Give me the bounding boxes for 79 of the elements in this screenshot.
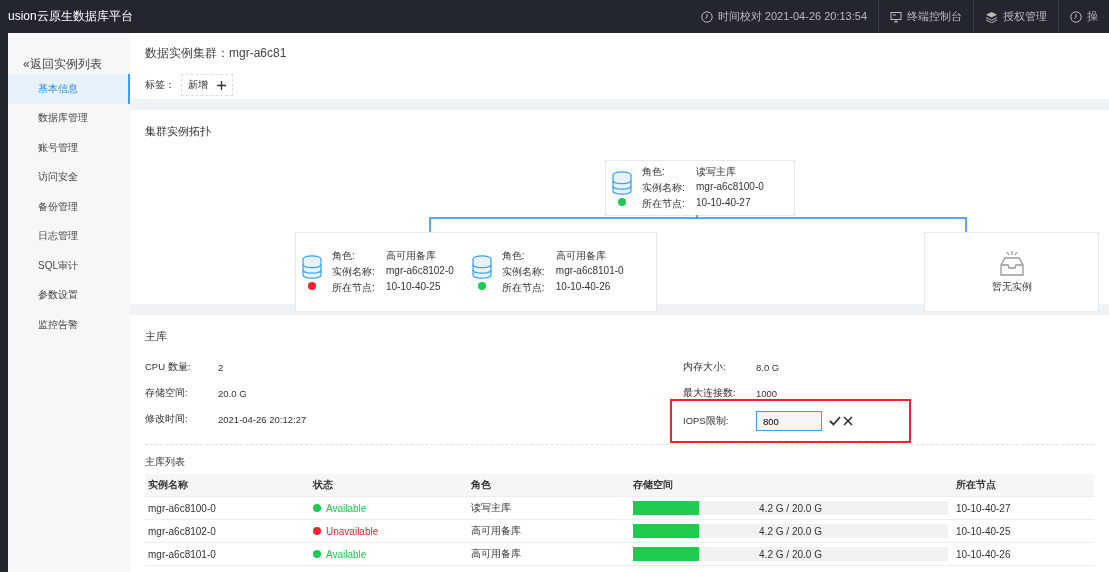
database-icon	[302, 254, 322, 279]
iops-input[interactable]: 800	[756, 411, 822, 431]
storage-reading: 4.2 G / 20.0 G	[758, 525, 823, 537]
clock-icon	[1070, 10, 1082, 23]
table-cell-text: 10-10-40-26	[956, 548, 1012, 560]
sidebar-item[interactable]: 访问安全	[8, 162, 130, 192]
name-label: 实例名称:	[332, 265, 376, 279]
table-cell-text: 高可用备库	[471, 547, 522, 561]
name-value: mgr-a6c8102-0	[386, 265, 454, 278]
layers-icon	[985, 10, 998, 23]
section-title: 集群实例拓扑	[145, 124, 212, 139]
field-label: 最大连接数:	[683, 386, 737, 400]
node-value: 10-10-40-25	[386, 281, 442, 294]
role-label: 角色:	[501, 249, 526, 263]
name-label: 实例名称:	[501, 265, 546, 279]
database-icon	[471, 254, 492, 279]
sidebar-item[interactable]: 账号管理	[8, 133, 130, 163]
table-cell-text: mgr-a6c8101-0	[148, 548, 217, 560]
column-header: 所在节点	[956, 478, 997, 492]
field-label: 存储空间:	[145, 386, 189, 400]
app-title: usion云原生数据库平台	[8, 8, 133, 25]
field-value: 1000	[756, 387, 778, 399]
field-label: IOPS限制:	[683, 414, 730, 428]
role-value: 读写主库	[696, 165, 737, 179]
sidebar-item[interactable]: 备份管理	[8, 192, 130, 222]
tags-label: 标签：	[145, 78, 175, 92]
field-label: CPU 数量:	[145, 360, 192, 374]
sidebar-item[interactable]: 数据库管理	[8, 103, 130, 133]
node-label: 所在节点:	[642, 197, 686, 211]
sidebar-item[interactable]: 日志管理	[8, 221, 130, 251]
name-value: mgr-a6c8101-0	[555, 265, 624, 278]
role-value: 高可用备库	[555, 249, 607, 263]
database-icon	[612, 170, 632, 195]
table-cell-text: 10-10-40-25	[956, 525, 1012, 537]
confirm-button[interactable]	[828, 414, 842, 428]
column-header: 状态	[313, 478, 334, 492]
name-value: mgr-a6c8100-0	[696, 181, 764, 194]
column-header: 存储空间	[633, 478, 674, 492]
node-value: 10-10-40-26	[555, 281, 612, 294]
role-label: 角色:	[642, 165, 666, 179]
cancel-button[interactable]	[842, 414, 854, 428]
node-label: 所在节点:	[332, 281, 376, 295]
storage-reading: 4.2 G / 20.0 G	[758, 548, 823, 560]
table-title: 主库列表	[145, 455, 186, 469]
field-label: 内存大小:	[683, 360, 727, 374]
add-tag-button[interactable]: 新增	[181, 74, 233, 96]
header-link[interactable]: 时间校对 2021-04-26 20:13:54	[689, 0, 878, 33]
table-cell-text: mgr-a6c8100-0	[148, 502, 217, 514]
table-cell-text: mgr-a6c8102-0	[148, 525, 217, 537]
cluster-title: 数据实例集群：mgr-a6c81	[145, 45, 288, 62]
table-cell-text: 高可用备库	[471, 524, 522, 538]
status-text: Available	[326, 548, 367, 560]
table-cell-text: 10-10-40-27	[956, 502, 1012, 514]
role-label: 角色:	[332, 249, 356, 263]
field-label: 修改时间:	[145, 412, 189, 426]
section-title: 主库	[145, 329, 168, 344]
empty-box-icon	[997, 250, 1026, 278]
back-link[interactable]: «返回实例列表	[8, 55, 130, 73]
node-label: 所在节点:	[501, 281, 546, 295]
column-header: 角色	[471, 478, 492, 492]
name-label: 实例名称:	[642, 181, 686, 195]
plus-icon	[217, 80, 226, 90]
node-value: 10-10-40-27	[696, 197, 752, 210]
field-value: 2	[218, 361, 224, 373]
sidebar-item[interactable]: 监控告警	[8, 310, 130, 340]
role-value: 高可用备库	[386, 249, 437, 263]
empty-label: 暂无实例	[991, 280, 1032, 294]
column-header: 实例名称	[148, 478, 189, 492]
clock-icon	[700, 10, 713, 23]
table-cell-text: 读写主库	[471, 501, 512, 515]
field-value: 20.0 G	[218, 387, 247, 399]
storage-reading: 4.2 G / 20.0 G	[758, 502, 823, 514]
status-text: Unavailable	[326, 525, 379, 537]
field-value: 8.0 G	[756, 361, 780, 373]
sidebar-item[interactable]: SQL审计	[8, 251, 130, 281]
sidebar-item[interactable]: 参数设置	[8, 280, 130, 310]
field-value: 2021-04-26 20:12:27	[218, 413, 307, 425]
monitor-icon	[890, 10, 902, 23]
status-text: Available	[326, 502, 367, 514]
